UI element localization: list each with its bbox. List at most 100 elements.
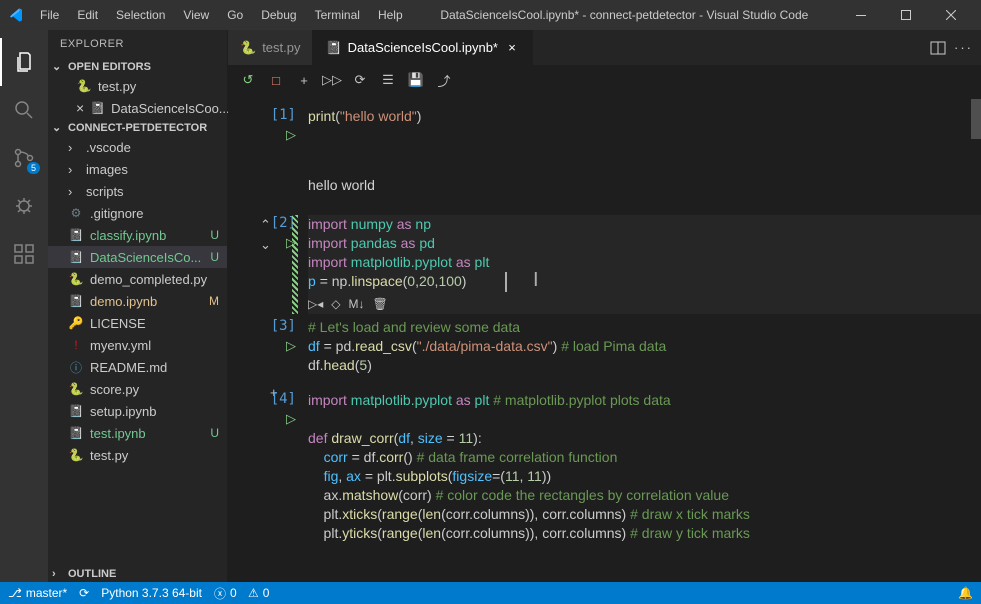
interrupt-icon[interactable]: □ <box>268 72 284 88</box>
tab-testpy[interactable]: 🐍test.py <box>228 30 313 65</box>
warning-count: 0 <box>263 586 270 600</box>
menu-help[interactable]: Help <box>370 4 411 26</box>
notebook-cell[interactable]: ⌃ ⌄ [2] ▷ import numpy as np import pand… <box>228 215 981 314</box>
notebook-cell[interactable]: [1] ▷ print("hello world") hello world <box>228 107 981 195</box>
notebook-cell[interactable]: [4] ▷ import matplotlib.pyplot as plt # … <box>228 391 981 543</box>
variables-icon[interactable]: ☰ <box>380 72 396 88</box>
tree-file[interactable]: 📓demo.ipynbM <box>48 290 227 312</box>
sync-item[interactable]: ⟳ <box>79 586 89 600</box>
file-name: DataScienceIsCoo... <box>111 101 230 116</box>
tree-file[interactable]: ⓘREADME.md <box>48 356 227 378</box>
file-name: test.py <box>90 448 128 463</box>
split-editor-icon[interactable] <box>930 40 946 56</box>
cell-code[interactable]: import matplotlib.pyplot as plt # matplo… <box>308 391 981 543</box>
menu-selection[interactable]: Selection <box>108 4 173 26</box>
move-up-icon[interactable]: ⌃ <box>260 217 271 233</box>
maximize-button[interactable] <box>883 0 928 30</box>
tree-file[interactable]: 📓classify.ipynbU <box>48 224 227 246</box>
run-cell-icon[interactable]: ▷ <box>286 127 296 143</box>
goto-code-icon[interactable]: ◇ <box>331 295 340 314</box>
restart-icon[interactable]: ⟳ <box>352 72 368 88</box>
cell-code[interactable]: print("hello world") hello world <box>308 107 981 195</box>
notebook-cell[interactable]: [3] ▷ # Let's load and review some data … <box>228 318 981 375</box>
scm-icon[interactable]: 5 <box>0 134 48 182</box>
menu-file[interactable]: File <box>32 4 67 26</box>
file-name: .gitignore <box>90 206 143 221</box>
minimize-button[interactable] <box>838 0 883 30</box>
delete-cell-icon[interactable]: 🗑 <box>373 295 388 314</box>
explorer-header: EXPLORER <box>48 30 227 58</box>
tree-file[interactable]: 🐍demo_completed.py <box>48 268 227 290</box>
run-by-line-icon[interactable]: ▷◂ <box>308 295 323 314</box>
tree-file[interactable]: ⚙.gitignore <box>48 202 227 224</box>
notifications-item[interactable]: 🔔 <box>958 586 973 600</box>
close-icon[interactable]: × <box>504 40 520 56</box>
cell-move-controls: ⌃ ⌄ <box>260 217 271 253</box>
jupyter-icon: 📓 <box>68 425 84 441</box>
debug-icon[interactable] <box>0 182 48 230</box>
file-name: README.md <box>90 360 167 375</box>
tree-folder[interactable]: ›.vscode <box>48 136 227 158</box>
cell-prompt: [1] <box>271 107 296 123</box>
cell-prompt: [4] <box>271 391 296 407</box>
close-icon[interactable]: × <box>76 100 84 116</box>
chevron-right-icon: › <box>52 568 64 580</box>
undo-icon[interactable]: ↺ <box>240 72 256 88</box>
problems-item[interactable]: ⓧ0 ⚠0 <box>214 585 270 602</box>
jupyter-icon: 📓 <box>325 40 341 56</box>
menu-view[interactable]: View <box>175 4 217 26</box>
explorer-icon[interactable] <box>0 38 48 86</box>
outline-section[interactable]: ›OUTLINE <box>48 566 227 582</box>
tree-file[interactable]: 📓test.ipynbU <box>48 422 227 444</box>
menu-terminal[interactable]: Terminal <box>307 4 368 26</box>
modified-indicator <box>292 215 298 314</box>
menu-go[interactable]: Go <box>219 4 251 26</box>
extensions-icon[interactable] <box>0 230 48 278</box>
menubar: File Edit Selection View Go Debug Termin… <box>32 4 411 26</box>
tree-file[interactable]: !myenv.yml <box>48 334 227 356</box>
file-name: .vscode <box>86 140 131 155</box>
export-icon[interactable]: ⤴ <box>436 72 452 88</box>
run-cell-icon[interactable]: ▷ <box>286 338 296 354</box>
markdown-icon[interactable]: M↓ <box>349 295 365 314</box>
file-name: test.py <box>98 79 136 94</box>
run-cell-icon[interactable]: ▷ <box>286 411 296 427</box>
open-editor-item[interactable]: × 📓 DataScienceIsCoo... <box>48 97 227 119</box>
open-editor-item[interactable]: 🐍 test.py <box>48 75 227 97</box>
tab-notebook[interactable]: 📓DataScienceIsCool.ipynb*× <box>313 30 533 65</box>
save-icon[interactable]: 💾 <box>408 72 424 88</box>
scm-badge: 5 <box>27 162 40 174</box>
cell-code[interactable]: # Let's load and review some data df = p… <box>308 318 981 375</box>
tree-folder[interactable]: ›scripts <box>48 180 227 202</box>
jupyter-icon: 📓 <box>68 227 84 243</box>
run-all-icon[interactable]: ▷▷ <box>324 72 340 88</box>
open-editors-label: OPEN EDITORS <box>68 61 151 73</box>
tree-folder[interactable]: ›images <box>48 158 227 180</box>
add-icon[interactable]: + <box>296 72 312 88</box>
tree-file[interactable]: 🐍test.py <box>48 444 227 466</box>
sync-icon: ⟳ <box>79 586 89 600</box>
notebook-body[interactable]: [1] ▷ print("hello world") hello world ⌃… <box>228 95 981 582</box>
more-icon[interactable]: ··· <box>954 40 973 55</box>
move-down-icon[interactable]: ⌄ <box>260 237 271 253</box>
sidebar: EXPLORER ⌄OPEN EDITORS 🐍 test.py × 📓 Dat… <box>48 30 228 582</box>
search-icon[interactable] <box>0 86 48 134</box>
tree-file[interactable]: 📓setup.ipynb <box>48 400 227 422</box>
python-env-item[interactable]: Python 3.7.3 64-bit <box>101 586 202 600</box>
tree-file[interactable]: 🔑LICENSE <box>48 312 227 334</box>
menu-edit[interactable]: Edit <box>69 4 106 26</box>
cell-code[interactable]: import numpy as np import pandas as pd i… <box>308 215 981 314</box>
jupyter-icon: 📓 <box>68 293 84 309</box>
yml-icon: ! <box>68 337 84 353</box>
tree-file[interactable]: 📓DataScienceIsCo...U <box>48 246 227 268</box>
project-section[interactable]: ⌄CONNECT-PETDETECTOR <box>48 119 227 136</box>
tree-file[interactable]: 🐍score.py <box>48 378 227 400</box>
git-status: U <box>210 250 219 264</box>
license-icon: 🔑 <box>68 315 84 331</box>
chevron-right-icon: › <box>68 184 80 199</box>
git-branch-item[interactable]: ⎇master* <box>8 586 67 600</box>
close-button[interactable] <box>928 0 973 30</box>
tabs-bar: 🐍test.py 📓DataScienceIsCool.ipynb*× ··· <box>228 30 981 65</box>
menu-debug[interactable]: Debug <box>253 4 304 26</box>
open-editors-section[interactable]: ⌄OPEN EDITORS <box>48 58 227 75</box>
